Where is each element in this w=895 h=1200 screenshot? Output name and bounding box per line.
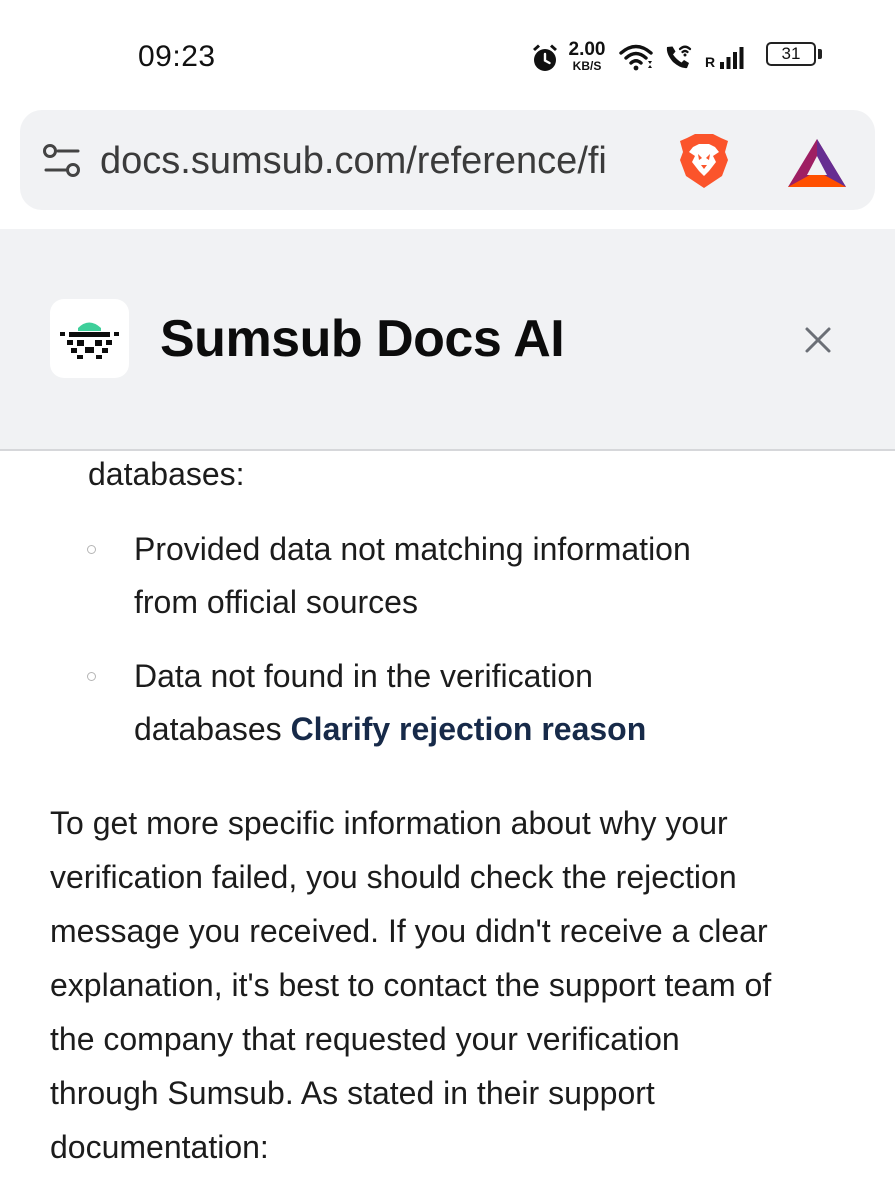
- bullet-2-line-2-text: databases: [134, 711, 291, 747]
- alarm-icon: [533, 44, 557, 71]
- sumsub-ai-logo-icon: [50, 299, 129, 378]
- site-settings-icon[interactable]: [42, 142, 82, 180]
- close-icon[interactable]: [800, 322, 836, 358]
- bullet-2-line-2: databases Clarify rejection reason: [134, 702, 646, 756]
- paragraph-line: message you received. If you didn't rece…: [50, 913, 768, 949]
- bullet-marker: [87, 545, 96, 554]
- status-time: 09:23: [138, 40, 216, 73]
- bat-rewards-icon[interactable]: [786, 137, 848, 189]
- bullet-marker: [87, 672, 96, 681]
- battery-tip: [818, 49, 822, 59]
- docs-ai-header: Sumsub Docs AI: [0, 229, 895, 451]
- network-type-label: R: [705, 54, 716, 70]
- url-bar[interactable]: docs.sumsub.com/reference/fi: [20, 110, 875, 210]
- paragraph-line: through Sumsub. As stated in their suppo…: [50, 1075, 655, 1111]
- paragraph-line: the company that requested your verifica…: [50, 1021, 680, 1057]
- wifi-icon: [619, 44, 653, 71]
- url-text[interactable]: docs.sumsub.com/reference/fi: [100, 138, 650, 184]
- paragraph-line: To get more specific information about w…: [50, 805, 728, 841]
- paragraph-line: documentation:: [50, 1129, 269, 1165]
- intro-tail-text: databases:: [88, 456, 245, 492]
- paragraph-line: explanation, it's best to contact the su…: [50, 967, 772, 1003]
- battery-icon: 31: [766, 42, 816, 66]
- signal-icon: [720, 47, 744, 69]
- clarify-rejection-reason-link[interactable]: Clarify rejection reason: [291, 711, 647, 747]
- paragraph-line: verification failed, you should check th…: [50, 859, 737, 895]
- bullet-1-line-2: from official sources: [134, 584, 418, 620]
- bullet-1-line-1: Provided data not matching information: [134, 531, 691, 567]
- network-speed-unit: KB/S: [572, 59, 602, 73]
- network-speed: 2.00 KB/S: [564, 40, 610, 72]
- status-bar: 09:23 2.00 KB/S R 31: [0, 0, 895, 110]
- brave-lion-icon[interactable]: [675, 132, 733, 190]
- bullet-2-line-1: Data not found in the verification: [134, 658, 593, 694]
- wifi-calling-icon: [666, 45, 692, 69]
- docs-ai-title: Sumsub Docs AI: [160, 310, 565, 368]
- status-icons: 2.00 KB/S R 31: [530, 38, 830, 78]
- network-speed-value: 2.00: [568, 39, 606, 60]
- answer-content: databases: Provided data not matching in…: [0, 451, 895, 1200]
- battery-level: 31: [781, 44, 801, 63]
